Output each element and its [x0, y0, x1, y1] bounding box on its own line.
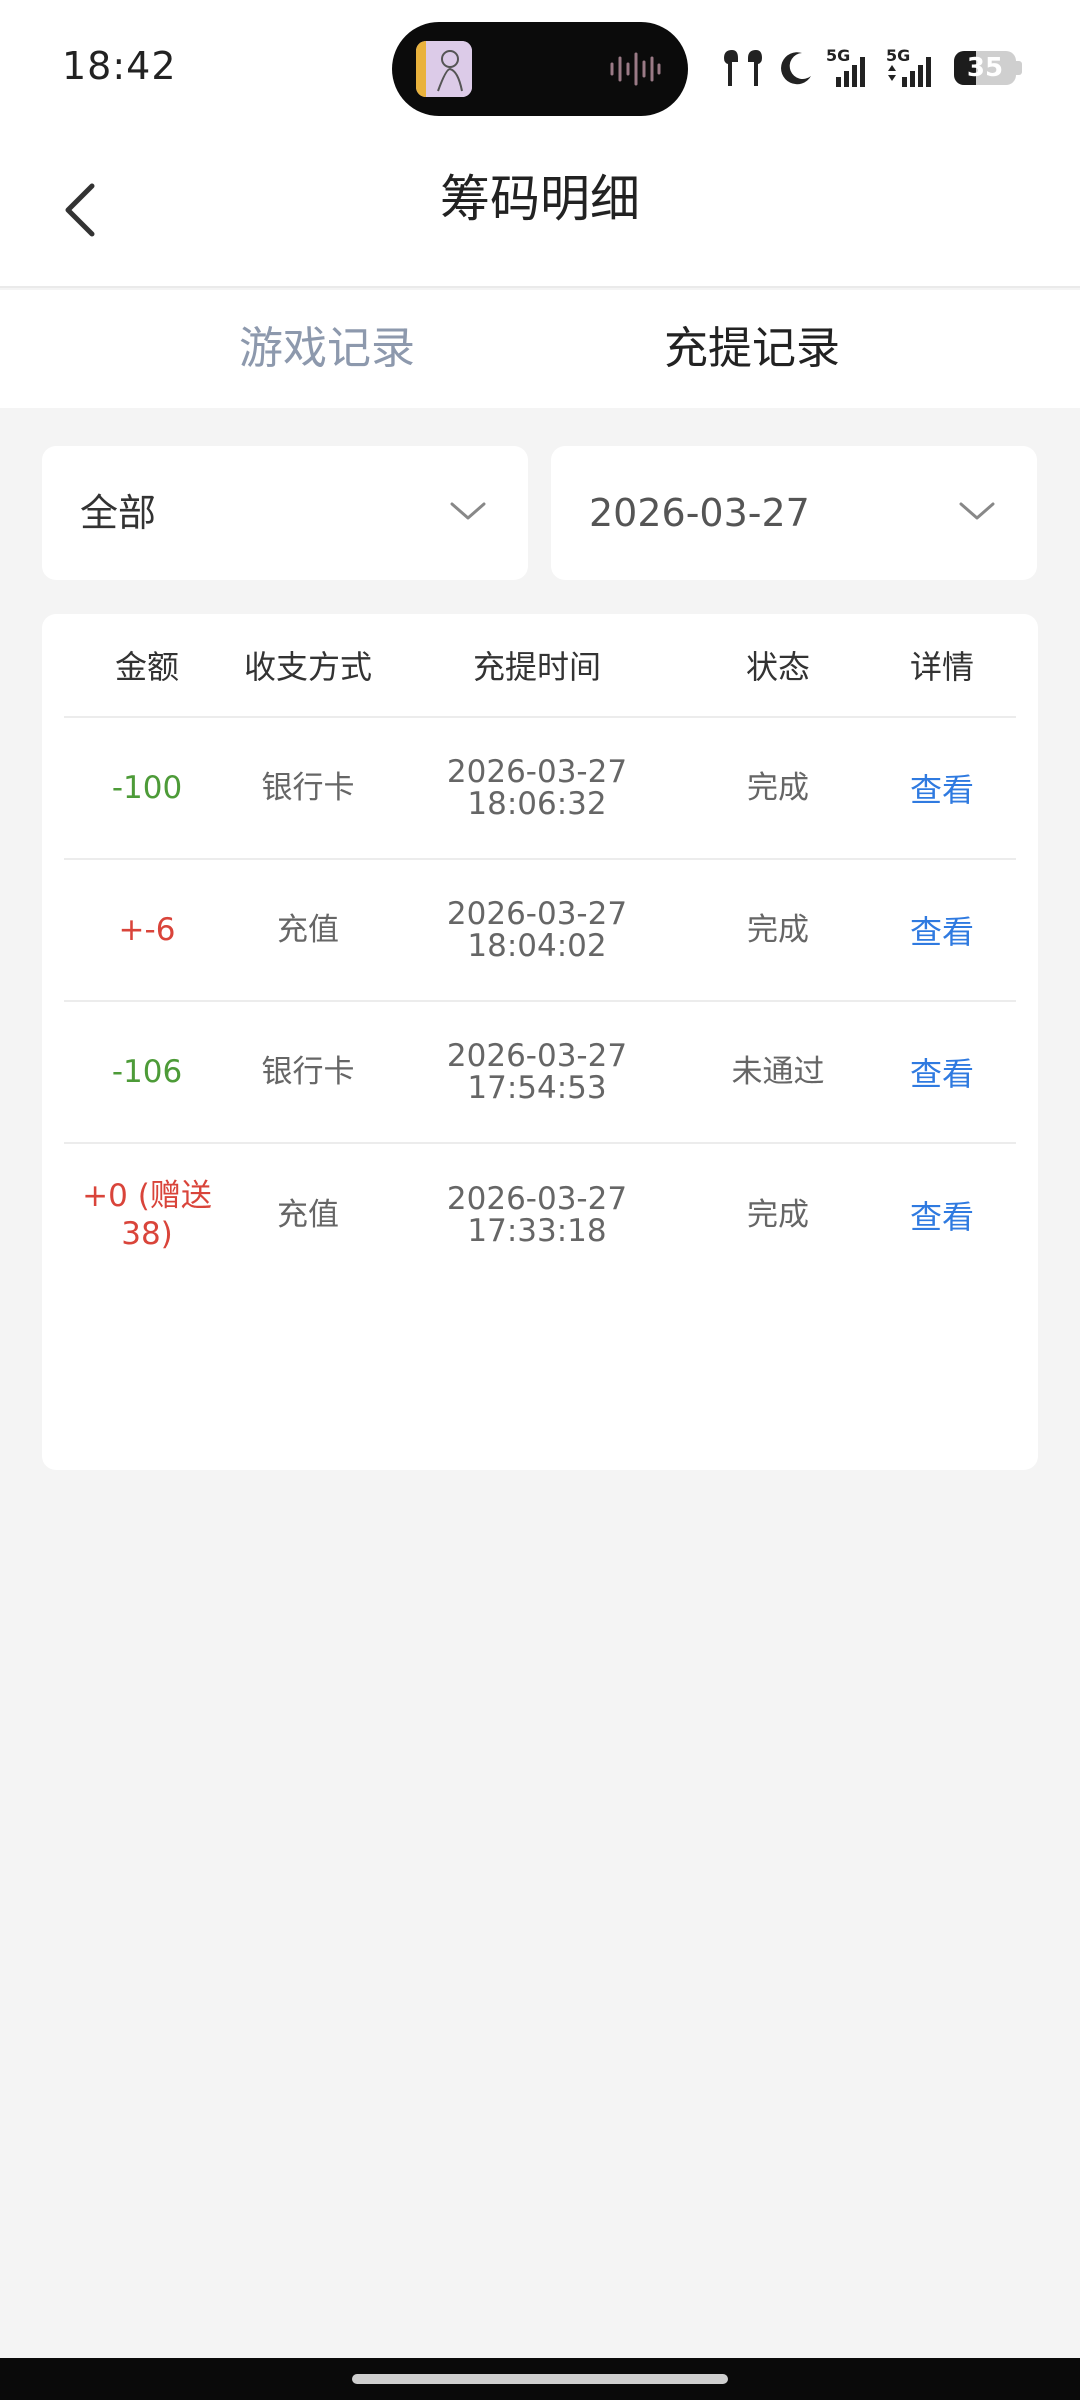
view-details-link[interactable]: 查看 — [910, 1192, 974, 1238]
row-status: 完成 — [747, 912, 809, 948]
tab-bar: 游戏记录 充提记录 — [0, 290, 1080, 408]
table-row: +-6 充值 2026-03-27 18:04:02 完成 查看 — [64, 860, 1016, 1002]
svg-text:5G: 5G — [886, 47, 910, 65]
row-date: 2026-03-27 — [446, 896, 628, 932]
view-details-link[interactable]: 查看 — [910, 765, 974, 811]
signal-5g-secondary-icon: 5G — [886, 47, 931, 87]
row-datetime: 2026-03-27 17:54:53 — [386, 1002, 688, 1142]
audio-wave-icon — [610, 52, 661, 86]
row-status: 完成 — [747, 770, 809, 806]
row-status: 未通过 — [731, 1054, 825, 1090]
row-time: 17:54:53 — [467, 1070, 607, 1106]
table-header: 金额 收支方式 充提时间 状态 详情 — [64, 614, 1016, 718]
row-amount: -100 — [111, 770, 183, 806]
chevron-down-icon — [959, 502, 995, 520]
row-method: 银行卡 — [261, 770, 355, 806]
table-row: -100 银行卡 2026-03-27 18:06:32 完成 查看 — [64, 718, 1016, 860]
header-details: 详情 — [909, 648, 974, 686]
moon-icon — [781, 52, 811, 85]
row-method: 充值 — [277, 912, 339, 948]
status-time: 18:42 — [62, 44, 177, 88]
row-amount: +-6 — [118, 912, 176, 948]
media-thumbnail-icon — [416, 41, 472, 97]
records-table: 金额 收支方式 充提时间 状态 详情 -100 银行卡 2026-03-27 1… — [42, 614, 1038, 1470]
system-navigation-bar — [0, 2358, 1080, 2400]
row-status: 完成 — [747, 1197, 809, 1233]
status-icons: 5G 5G 35 — [720, 44, 1022, 92]
row-datetime: 2026-03-27 18:06:32 — [386, 718, 688, 858]
status-bar: 18:42 5G 5G 35 — [0, 0, 1080, 140]
tab-deposit-withdraw-records[interactable]: 充提记录 — [602, 290, 902, 408]
row-datetime: 2026-03-27 18:04:02 — [386, 860, 688, 1000]
chevron-down-icon — [450, 502, 486, 520]
row-method: 充值 — [277, 1197, 339, 1233]
chevron-left-icon — [65, 183, 95, 237]
battery-level: 35 — [966, 53, 1004, 83]
date-filter-value: 2026-03-27 — [589, 491, 810, 535]
type-filter-dropdown[interactable]: 全部 — [42, 446, 528, 580]
row-amount: +0 (赠送38) — [82, 1178, 212, 1252]
row-time: 17:33:18 — [467, 1213, 607, 1249]
row-time: 18:04:02 — [467, 928, 607, 964]
row-date: 2026-03-27 — [446, 1038, 628, 1074]
signal-5g-icon: 5G — [826, 47, 865, 87]
table-row: +0 (赠送38) 充值 2026-03-27 17:33:18 完成 查看 — [64, 1144, 1016, 1286]
home-indicator[interactable] — [352, 2374, 728, 2384]
dynamic-island[interactable] — [392, 22, 688, 116]
header-time: 充提时间 — [472, 648, 601, 686]
tab-game-records[interactable]: 游戏记录 — [177, 290, 477, 408]
view-details-link[interactable]: 查看 — [910, 907, 974, 953]
page-title: 筹码明细 — [440, 170, 640, 228]
row-date: 2026-03-27 — [446, 1181, 628, 1217]
row-date: 2026-03-27 — [446, 754, 628, 790]
header-amount: 金额 — [114, 648, 179, 686]
view-details-link[interactable]: 查看 — [910, 1049, 974, 1095]
back-button[interactable] — [40, 170, 120, 250]
table-row: -106 银行卡 2026-03-27 17:54:53 未通过 查看 — [64, 1002, 1016, 1144]
row-amount: -106 — [111, 1054, 183, 1090]
row-time: 18:06:32 — [467, 786, 607, 822]
earbuds-icon — [724, 50, 762, 86]
svg-text:5G: 5G — [826, 47, 850, 65]
row-method: 银行卡 — [261, 1054, 355, 1090]
app-header: 筹码明细 — [0, 140, 1080, 288]
header-status: 状态 — [745, 648, 810, 686]
battery-icon: 35 — [954, 51, 1022, 85]
date-filter-dropdown[interactable]: 2026-03-27 — [551, 446, 1037, 580]
type-filter-value: 全部 — [80, 491, 157, 535]
header-method: 收支方式 — [243, 648, 372, 686]
row-datetime: 2026-03-27 17:33:18 — [386, 1144, 688, 1286]
